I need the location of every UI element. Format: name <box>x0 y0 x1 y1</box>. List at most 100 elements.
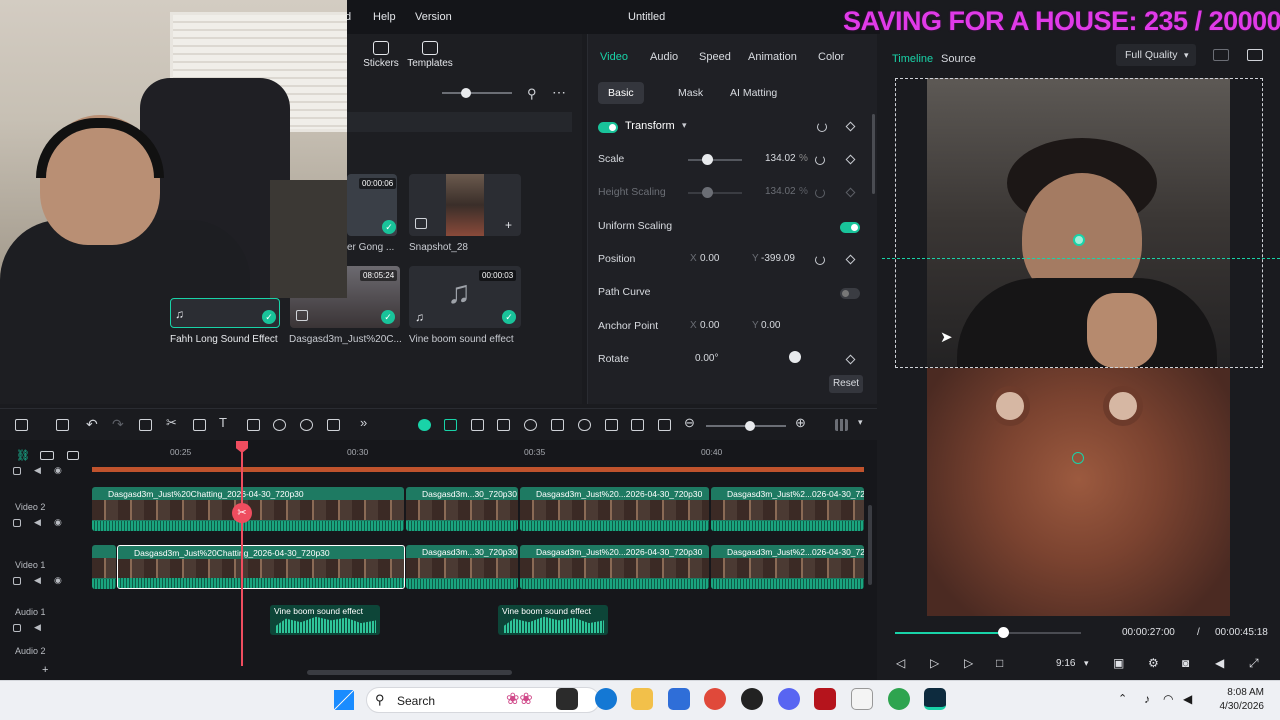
add-track-icon[interactable] <box>67 451 79 460</box>
clip-video1-2[interactable]: Dasgasd3m...30_720p30 <box>406 545 518 589</box>
edge-browser-icon[interactable] <box>595 688 617 710</box>
tab-source[interactable]: Source <box>941 53 976 65</box>
timeline-horizontal-scrollbar[interactable] <box>307 670 512 675</box>
chrome-browser-icon[interactable] <box>704 688 726 710</box>
stop-icon[interactable]: □ <box>996 656 1003 670</box>
thumbnail-size-knob[interactable] <box>461 88 471 98</box>
timeline-ruler[interactable]: 00:25 00:30 00:35 00:40 <box>92 447 864 465</box>
snapshot-layout-icon[interactable] <box>1213 49 1229 61</box>
scale-value[interactable]: 134.02 <box>765 153 796 164</box>
render-preview-icon[interactable]: ▣ <box>1113 656 1124 670</box>
clip-video1-4[interactable]: Dasgasd3m_Just%2...026-04-30_720p <box>711 545 864 589</box>
image-view-icon[interactable] <box>1247 49 1263 61</box>
undo-icon[interactable]: ↶ <box>86 416 98 433</box>
select-tool-icon[interactable] <box>56 419 69 431</box>
delete-icon[interactable] <box>139 419 152 431</box>
microphone-tray-icon[interactable]: ♪ <box>1144 692 1150 706</box>
chrome-profile-icon[interactable] <box>888 688 910 710</box>
zoom-in-icon[interactable]: ⊕ <box>795 415 806 431</box>
clip-video1-3[interactable]: Dasgasd3m_Just%20...2026-04-30_720p30 <box>520 545 709 589</box>
scale-slider-knob[interactable] <box>702 154 713 165</box>
clip-video1-0[interactable] <box>92 545 116 589</box>
chevron-down-icon[interactable]: ▾ <box>682 120 687 131</box>
tab-animation[interactable]: Animation <box>748 51 797 63</box>
mixer-icon[interactable] <box>605 419 618 431</box>
more-options-icon[interactable]: ⋯ <box>552 84 566 101</box>
reset-icon[interactable] <box>815 155 825 165</box>
templates-button[interactable]: Templates <box>405 41 455 69</box>
render-icon[interactable] <box>524 419 537 431</box>
audio-clip-vine-boom-1[interactable]: Vine boom sound effect <box>270 605 380 635</box>
file-explorer-icon[interactable] <box>631 688 653 710</box>
reset-button[interactable]: Reset <box>829 375 863 393</box>
speaker-icon[interactable]: ◀ <box>34 622 41 633</box>
tray-chevron-up-icon[interactable]: ⌃ <box>1118 692 1127 705</box>
track-settings-icon[interactable] <box>40 451 54 460</box>
path-curve-toggle[interactable] <box>840 288 860 299</box>
anchor-y-input[interactable]: 0.00 <box>761 320 780 331</box>
marker-icon[interactable] <box>497 419 510 431</box>
split-marker-icon[interactable]: ✂ <box>232 503 252 523</box>
properties-scrollbar[interactable] <box>872 114 875 194</box>
text-icon[interactable]: T <box>219 415 227 430</box>
tab-video[interactable]: Video <box>600 51 628 63</box>
windows-start-icon[interactable] <box>334 690 354 710</box>
zoom-slider[interactable] <box>706 421 786 431</box>
grid-icon[interactable] <box>835 419 848 431</box>
shield-icon[interactable] <box>551 419 564 431</box>
transform-section-header[interactable]: Transform ▾ <box>598 117 868 137</box>
tab-timeline[interactable]: Timeline <box>892 53 933 65</box>
snap-icon[interactable] <box>418 419 431 431</box>
keyframe-icon[interactable] <box>845 254 856 265</box>
ai-tool-icon[interactable] <box>247 419 260 431</box>
clip-video2-4[interactable]: Dasgasd3m_Just%2...026-04-30_720p <box>711 487 864 531</box>
keyframe-icon[interactable] <box>845 154 856 165</box>
anchor-x-input[interactable]: 0.00 <box>700 320 719 331</box>
acrobat-app-icon[interactable] <box>814 688 836 710</box>
link-tracks-icon[interactable]: ⛓ <box>16 449 30 462</box>
uniform-scaling-toggle[interactable] <box>840 222 860 233</box>
magnet-icon[interactable] <box>444 419 457 431</box>
speaker-icon[interactable]: ◀ <box>34 575 41 586</box>
menu-item-help[interactable]: Help <box>373 11 396 23</box>
store-app-icon[interactable] <box>668 688 690 710</box>
network-icon[interactable]: ◠ <box>1163 692 1173 706</box>
media-item-snapshot[interactable]: + <box>409 174 521 236</box>
microphone-icon[interactable] <box>578 419 591 431</box>
tab-color[interactable]: Color <box>818 51 844 63</box>
quality-dropdown[interactable]: Full Quality ▾ <box>1116 44 1196 66</box>
stickers-button[interactable]: Stickers <box>361 41 401 69</box>
tab-audio[interactable]: Audio <box>650 51 678 63</box>
preview-progress-knob[interactable] <box>998 627 1009 638</box>
reset-icon[interactable] <box>817 122 827 132</box>
fullscreen-icon[interactable]: ⤢ <box>1249 656 1259 671</box>
transform-toggle[interactable] <box>598 122 618 133</box>
anchor-handle[interactable] <box>1073 234 1085 246</box>
playhead[interactable] <box>241 444 243 666</box>
speaker-icon[interactable]: ◀ <box>34 465 41 476</box>
lock-icon[interactable] <box>13 577 21 585</box>
keyframe-icon[interactable] <box>845 354 856 365</box>
reset-icon[interactable] <box>815 255 825 265</box>
tab-speed[interactable]: Speed <box>699 51 731 63</box>
rotate-input[interactable]: 0.00° <box>695 353 718 364</box>
notepad-app-icon[interactable] <box>851 688 873 710</box>
volume-tray-icon[interactable]: ◀ <box>1183 692 1192 706</box>
lock-icon[interactable] <box>13 467 21 475</box>
scale-slider[interactable] <box>688 154 742 165</box>
add-icon[interactable]: + <box>505 218 512 232</box>
split-icon[interactable]: ✂ <box>166 415 177 431</box>
discord-app-icon[interactable] <box>778 688 800 710</box>
fit-icon[interactable] <box>658 419 671 431</box>
zoom-slider-knob[interactable] <box>745 421 755 431</box>
filter-icon[interactable]: ⚲ <box>527 86 537 102</box>
clip-video1-1-selected[interactable]: Dasgasd3m_Just%20Chatting_2026-04-30_720… <box>117 545 405 589</box>
media-search-bar[interactable] <box>347 112 572 132</box>
replace-icon[interactable] <box>631 419 644 431</box>
filmora-app-icon[interactable] <box>924 688 946 710</box>
timer-icon[interactable] <box>300 419 313 431</box>
next-frame-icon[interactable]: ▷ <box>930 656 939 670</box>
center-crosshair-icon[interactable] <box>1072 452 1084 464</box>
clip-video2-3[interactable]: Dasgasd3m_Just%20...2026-04-30_720p30 <box>520 487 709 531</box>
eye-icon[interactable]: ◉ <box>54 575 62 586</box>
